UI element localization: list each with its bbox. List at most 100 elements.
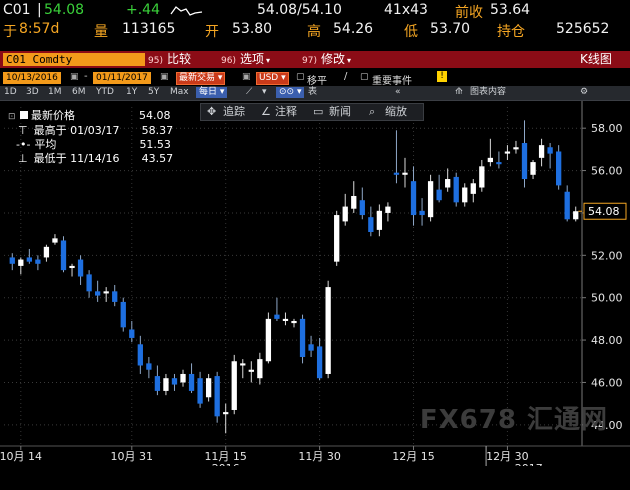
last-price: 54.08 <box>44 2 85 18</box>
calendar-icon-2[interactable]: ▣ <box>160 72 169 82</box>
currency-select[interactable]: USD ▾ <box>256 72 289 85</box>
chart-content-button[interactable]: 图表内容 <box>470 87 506 98</box>
candle-body <box>214 376 220 417</box>
legend-low-value: 43.57 <box>141 152 174 165</box>
low-value: 53.70 <box>430 21 471 37</box>
candle-body <box>35 259 41 264</box>
candle-body <box>556 151 562 186</box>
candle-body <box>282 318 289 321</box>
candle-body <box>180 373 186 383</box>
options-button[interactable]: 96) 选项 ▾ <box>221 52 270 67</box>
period-max[interactable]: Max <box>170 87 189 98</box>
chart-tools-bar: ✥ 追踪 ∠ 注释 ▭ 新闻 ⌕ 缩放 <box>200 103 424 121</box>
annotate-icon[interactable]: ∠ <box>261 104 271 120</box>
trade-mode-select[interactable]: 最新交易 ▾ <box>176 72 226 85</box>
annotate-button[interactable]: 注释 <box>275 104 297 120</box>
candle-body <box>504 151 511 154</box>
currency-value: USD <box>259 73 279 83</box>
high-label: 高 <box>307 24 321 40</box>
events-flag-icon[interactable]: ! <box>437 71 447 82</box>
candle-body <box>342 206 348 222</box>
legend-avg-row: -•- 平均 51.53 <box>8 138 173 152</box>
move-label: 移平 <box>307 76 327 87</box>
gear-icon[interactable]: ⚙ <box>580 87 588 98</box>
zoom-button[interactable]: 缩放 <box>385 104 407 120</box>
track-icon[interactable]: ✥ <box>207 104 216 120</box>
period-5y[interactable]: 5Y <box>148 87 159 98</box>
compare-number: 95) <box>148 56 163 66</box>
edit-number: 97) <box>302 56 317 66</box>
table-button[interactable]: 表 <box>308 87 317 98</box>
period-ytd[interactable]: YTD <box>96 87 114 98</box>
edit-label: 修改 <box>320 52 345 66</box>
candle-body <box>163 378 169 391</box>
candle-body <box>573 211 579 220</box>
low-marker-icon: ⊥ <box>18 152 28 165</box>
year-label-2016: 2016 <box>212 462 240 466</box>
candle-body <box>197 378 203 404</box>
candle-body <box>299 318 306 358</box>
legend-high-row: ⊤ 最高于 01/03/17 58.37 <box>8 124 173 138</box>
candle-body <box>462 187 468 203</box>
candle-body <box>94 291 101 296</box>
events-checkbox[interactable]: ▢ <box>360 72 369 82</box>
end-date-input[interactable]: 01/11/2017 <box>93 72 151 84</box>
legend-white-swatch <box>20 111 29 119</box>
candle-body <box>231 361 237 410</box>
period-6m[interactable]: 6M <box>72 87 86 98</box>
settings-small-icon[interactable]: ▣ <box>242 72 251 82</box>
period-3d[interactable]: 3D <box>26 87 39 98</box>
candle-body <box>43 246 50 258</box>
quote-header-row1: C01 | 54.08 +.44 54.08/54.10 41x43 前收 53… <box>0 0 630 21</box>
edit-button[interactable]: 97) 修改 ▾ <box>302 52 351 67</box>
period-1y[interactable]: 1Y <box>126 87 137 98</box>
legend-last-label: 最新价格 <box>31 109 76 122</box>
candle-body <box>351 195 357 209</box>
chart-content-icon[interactable]: ⟰ <box>455 87 463 98</box>
start-date-input[interactable]: 10/13/2016 <box>3 72 61 84</box>
track-button[interactable]: 追踪 <box>223 104 245 120</box>
compare-button[interactable]: 95) 比较 <box>148 52 191 67</box>
y-tick-label: 48.00 <box>591 334 623 347</box>
edit-dropdown-icon: ▾ <box>346 56 351 65</box>
candle-body <box>436 189 442 201</box>
security-input[interactable]: C01 Comdty <box>3 53 145 66</box>
open-value: 53.80 <box>232 21 273 37</box>
move-checkbox[interactable]: ▢ <box>296 72 305 82</box>
chart-line-icon[interactable]: ⟋ <box>246 87 252 98</box>
candle-body <box>240 363 246 366</box>
options-label: 选项 <box>239 52 264 66</box>
compare-style-select[interactable]: ⊙⊙ ▾ <box>276 87 305 98</box>
open-interest-label: 持仓 <box>497 24 525 40</box>
high-marker-icon: ⊤ <box>18 124 28 137</box>
frequency-value: 每日 <box>199 87 218 97</box>
scroll-left-icon[interactable]: « <box>395 87 401 98</box>
chart-style-dropdown-icon[interactable]: ▾ <box>262 87 267 98</box>
zoom-icon[interactable]: ⌕ <box>369 104 375 120</box>
period-1d[interactable]: 1D <box>4 87 17 98</box>
calendar-icon[interactable]: ▣ <box>70 72 79 82</box>
x-tick-label: 10月 14 <box>0 450 42 463</box>
volume-label: 量 <box>94 24 108 40</box>
candle-body <box>265 318 272 362</box>
pen-icon[interactable]: / <box>344 71 347 82</box>
candle-body <box>538 145 545 158</box>
candle-body <box>120 301 126 328</box>
candle-body <box>427 181 434 218</box>
price-chart[interactable]: 44.0046.0048.0050.0052.0054.0056.0058.00… <box>0 101 630 475</box>
frequency-select[interactable]: 每日 ▾ <box>196 87 228 98</box>
news-icon[interactable]: ▭ <box>313 104 323 120</box>
candle-body <box>402 172 408 175</box>
candle-body <box>60 240 67 271</box>
low-label: 低 <box>404 24 418 40</box>
date-dash: - <box>84 71 88 82</box>
candle-body <box>410 181 417 216</box>
candle-body <box>26 257 32 262</box>
candle-body <box>453 176 459 203</box>
news-button[interactable]: 新闻 <box>329 104 351 120</box>
year-label-2017: 2017 <box>515 462 543 466</box>
period-1m[interactable]: 1M <box>48 87 62 98</box>
price-change: +.44 <box>126 2 160 18</box>
legend-toggle-icon[interactable]: ⊡ <box>8 112 16 122</box>
candle-body <box>77 259 84 277</box>
